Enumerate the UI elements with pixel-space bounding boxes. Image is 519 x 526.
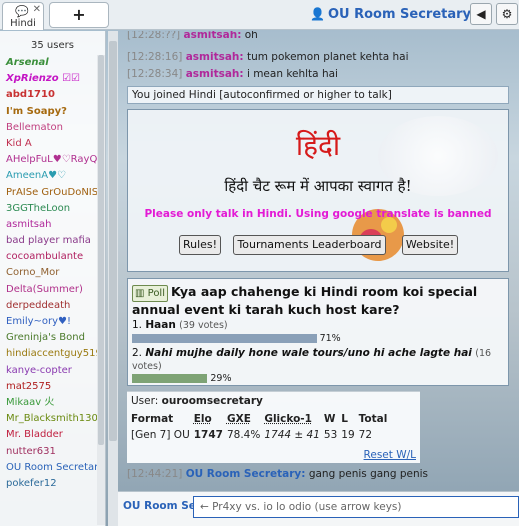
user-button[interactable]: 👤 OU Room Secretary bbox=[310, 3, 471, 25]
userlist-item[interactable]: Bellematon bbox=[0, 120, 105, 136]
poll-percent: 71% bbox=[319, 333, 341, 344]
userlist: 35 users Arsenal XpRienzo ☑☑ abd1710 I'm So… bbox=[0, 31, 106, 526]
userlist-item[interactable]: nutter631 bbox=[0, 444, 105, 460]
userlist-item[interactable]: Mr. Bladder bbox=[0, 427, 105, 443]
chat-username[interactable]: OU Room Se bbox=[123, 500, 196, 512]
close-tab-icon[interactable]: ✕ bbox=[33, 4, 41, 15]
user-icon: 👤 bbox=[310, 7, 325, 21]
welcome-greeting: हिंदी चैट रूम में आपका स्वागत है! bbox=[224, 177, 412, 195]
user-list-items: Arsenal XpRienzo ☑☑ abd1710 I'm Soapy? Belle… bbox=[0, 55, 105, 492]
scroll-thumb[interactable] bbox=[98, 55, 104, 445]
userlist-item[interactable]: Arsenal bbox=[0, 55, 105, 71]
userlist-item[interactable]: PrAISe GrOuDoNIS bbox=[0, 185, 105, 201]
chat-input[interactable]: ← Pr4xy vs. io lo odio (use arrow keys) bbox=[193, 496, 519, 518]
userlist-item[interactable]: Greninja's Bond bbox=[0, 330, 105, 346]
poll-option: 2. Nahi mujhe daily hone wale tours/uno … bbox=[132, 347, 492, 372]
tab-hindi[interactable]: 💬 ✕ Hindi bbox=[2, 2, 44, 30]
userlist-item[interactable]: cocoambulante bbox=[0, 249, 105, 265]
settings-button[interactable]: ⚙ bbox=[496, 3, 518, 25]
userlist-scrollbar[interactable] bbox=[97, 55, 105, 525]
userlist-item[interactable]: derpeddeath bbox=[0, 298, 105, 314]
welcome-title: हिंदी bbox=[295, 129, 341, 162]
stats-table: Format Elo GXE Glicko-1 W L Total [Gen 7… bbox=[131, 411, 391, 443]
chat-message: [12:28:34] asmitsah: i mean kehlta hai bbox=[127, 68, 338, 80]
reset-wl-link[interactable]: Reset W/L bbox=[364, 449, 416, 461]
chat-message: [12:28:??] asmitsah: oh bbox=[127, 31, 258, 41]
userlist-item[interactable]: 3GGTheLoon bbox=[0, 201, 105, 217]
join-notice: You joined Hindi [autoconfirmed or highe… bbox=[127, 86, 509, 104]
poll-tag: ▥ Poll bbox=[132, 285, 168, 302]
userlist-item[interactable]: mat2575 bbox=[0, 379, 105, 395]
userlist-item[interactable]: Delta(Summer) bbox=[0, 282, 105, 298]
poll-box: ▥ Poll Kya aap chahenge ki Hindi room koi… bbox=[127, 278, 509, 386]
ladder-stats: User: ouroomsecretary Format Elo GXE Gli… bbox=[127, 391, 420, 463]
userlist-item[interactable]: Corno_Mor bbox=[0, 265, 105, 281]
poll-percent: 29% bbox=[210, 373, 232, 384]
bar-chart-icon: ▥ bbox=[135, 288, 145, 299]
chat-scrollbar[interactable] bbox=[108, 31, 118, 526]
speaker-mute-icon: ◀ bbox=[476, 7, 486, 21]
userlist-item[interactable]: Emily~ory♥! bbox=[0, 314, 105, 330]
stats-header-row: Format Elo GXE Glicko-1 W L Total bbox=[131, 413, 388, 425]
userlist-item[interactable]: asmitsah bbox=[0, 217, 105, 233]
scroll-thumb[interactable] bbox=[109, 41, 117, 441]
stats-user: User: ouroomsecretary bbox=[131, 395, 263, 407]
chat-message: [12:44:21] OU Room Secretary: gang penis… bbox=[127, 468, 428, 480]
userlist-item[interactable]: abd1710 bbox=[0, 87, 105, 103]
chat-log: [12:28:??] asmitsah: oh [12:28:16] asmit… bbox=[120, 31, 519, 491]
poll-option: 1. Haan (39 votes) bbox=[132, 319, 228, 331]
tournaments-leaderboard-button[interactable]: Tournaments Leaderboard bbox=[233, 235, 386, 255]
userlist-item[interactable]: bad player mafia bbox=[0, 233, 105, 249]
userlist-item[interactable]: AHelpFuL♥♡RayQ bbox=[0, 152, 105, 168]
userlist-item[interactable]: OU Room Secretary bbox=[0, 460, 105, 476]
welcome-box: हिंदी हिंदी चैट रूम में आपका स्वागत है! … bbox=[127, 109, 509, 272]
userlist-item[interactable]: pokefer12 bbox=[0, 476, 105, 492]
top-bar: 💬 ✕ Hindi + 👤 OU Room Secretary ◀ ⚙ bbox=[0, 0, 519, 30]
userlist-item[interactable]: XpRienzo ☑☑ bbox=[0, 71, 105, 87]
tab-label: Hindi bbox=[10, 18, 36, 29]
userlist-item[interactable]: Mr_Blacksmith1305 bbox=[0, 411, 105, 427]
poll-bar bbox=[132, 374, 208, 383]
chat-bubble-icon: 💬 bbox=[15, 5, 29, 18]
gear-icon: ⚙ bbox=[501, 7, 513, 21]
userlist-item[interactable]: Mikaav 火 bbox=[0, 395, 105, 411]
website-button[interactable]: Website! bbox=[402, 235, 458, 255]
stats-row: [Gen 7] OU 1747 78.4% 1744 ± 41 53 19 72 bbox=[131, 429, 373, 441]
userlist-item[interactable]: hindiaccentguy519 bbox=[0, 346, 105, 362]
chat-message: [12:28:16] asmitsah: tum pokemon planet … bbox=[127, 51, 409, 63]
rules-button[interactable]: Rules! bbox=[179, 235, 221, 255]
chat-input-bar: OU Room Se ← Pr4xy vs. io lo odio (use a… bbox=[118, 491, 519, 526]
user-count: 35 users bbox=[31, 40, 74, 51]
poll-question: ▥ Poll Kya aap chahenge ki Hindi room koi… bbox=[132, 284, 478, 317]
poll-bar bbox=[132, 334, 317, 343]
userlist-item[interactable]: Kid A bbox=[0, 136, 105, 152]
add-tab-button[interactable]: + bbox=[49, 2, 109, 28]
welcome-warning: Please only talk in Hindi. Using google … bbox=[144, 208, 492, 220]
userlist-item[interactable]: AmeenA♥♡ bbox=[0, 168, 105, 184]
sound-button[interactable]: ◀ bbox=[470, 3, 492, 25]
userlist-item[interactable]: I'm Soapy? bbox=[0, 104, 105, 120]
userlist-item[interactable]: kanye-copter bbox=[0, 363, 105, 379]
